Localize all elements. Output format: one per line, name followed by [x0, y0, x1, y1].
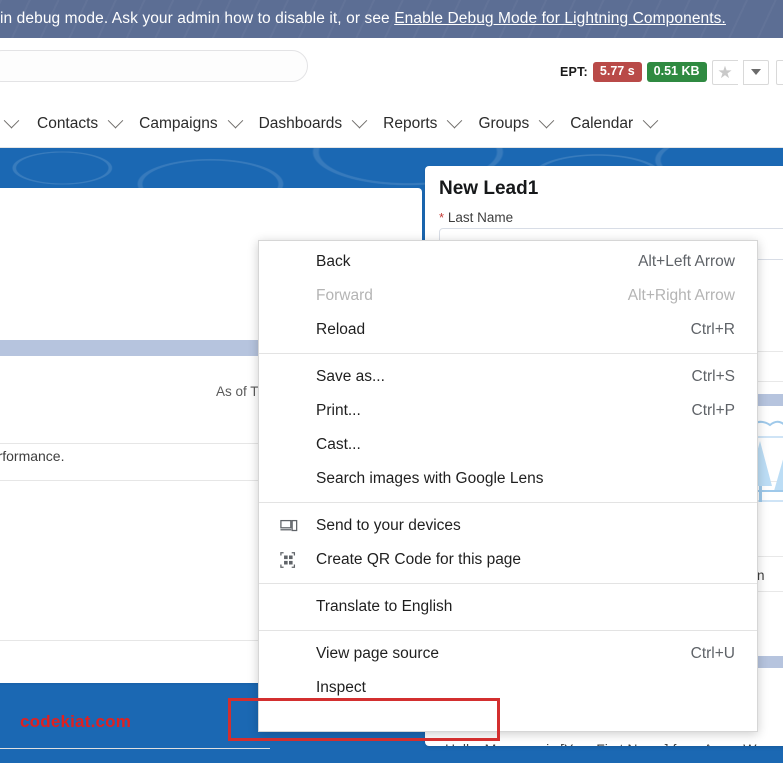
chevron-down-icon [227, 112, 243, 129]
menu-item-label: Reload [316, 321, 366, 338]
context-menu-item-google-lens[interactable]: Search images with Google Lens [259, 462, 757, 496]
chevron-down-glyph [3, 112, 19, 129]
context-menu-item-back[interactable]: Back Alt+Left Arrow [259, 245, 757, 279]
menu-item-label: Cast... [316, 436, 361, 453]
devices-icon [280, 519, 298, 532]
menu-item-shortcut: Ctrl+U [690, 645, 735, 662]
menu-item-label: Translate to English [316, 598, 453, 615]
chevron-down-icon [539, 112, 555, 129]
nav-item-calendar[interactable]: Calendar [561, 100, 665, 148]
chevron-down-glyph [750, 69, 761, 75]
nav-label: Contacts [37, 114, 99, 132]
menu-item-label: Inspect [316, 679, 366, 696]
context-menu-item-cast[interactable]: Cast... [259, 428, 757, 462]
ept-label: EPT: [560, 65, 588, 79]
chevron-down-icon [642, 112, 659, 129]
nav-label: Reports [383, 114, 438, 132]
context-menu-item-inspect[interactable]: Inspect [259, 671, 757, 705]
context-menu-item-send-to-devices[interactable]: Send to your devices [259, 509, 757, 543]
context-menu-item-forward: Forward Alt+Right Arrow [259, 279, 757, 313]
nav-item-reports[interactable]: Reports [374, 100, 469, 148]
chevron-down-icon [351, 112, 368, 129]
site-watermark: codekiat.com [20, 712, 132, 731]
nav-item-dashboards[interactable]: Dashboards [250, 100, 375, 148]
menu-separator [259, 353, 757, 354]
menu-item-shortcut: Ctrl+R [690, 321, 735, 338]
menu-item-label: Search images with Google Lens [316, 470, 544, 487]
context-menu-item-save-as[interactable]: Save as... Ctrl+S [259, 360, 757, 394]
chevron-down-icon[interactable] [742, 59, 769, 85]
nav-overflow-chevron-icon[interactable] [0, 112, 28, 129]
menu-separator [259, 630, 757, 631]
debug-mode-banner: in debug mode. Ask your admin how to dis… [0, 0, 783, 38]
chevron-down-icon [447, 112, 463, 129]
context-menu-item-create-qr-code[interactable]: Create QR Code for this page [259, 543, 757, 577]
nav-label: Campaigns [139, 114, 218, 132]
menu-item-label: Forward [316, 287, 373, 304]
menu-item-label: Send to your devices [316, 517, 461, 534]
toolbar-extra-button[interactable] [776, 60, 783, 85]
performance-text: performance. [0, 448, 65, 464]
menu-item-label: Save as... [316, 368, 385, 385]
nav-label: Dashboards [258, 114, 343, 132]
menu-item-shortcut: Ctrl+S [691, 368, 736, 385]
ept-indicator: EPT: 5.77 s 0.51 KB ★ [560, 59, 769, 85]
menu-item-label: Create QR Code for this page [316, 551, 522, 568]
nav-label: Groups [478, 114, 530, 132]
ept-time-badge: 5.77 s [592, 62, 642, 82]
ept-size-badge: 0.51 KB [646, 62, 707, 82]
star-icon[interactable]: ★ [711, 59, 738, 85]
field-label-text: Last Name [447, 210, 514, 225]
required-marker: * [439, 210, 445, 225]
nav-item-groups[interactable]: Groups [469, 100, 561, 148]
app-navigation-bar: Contacts Campaigns Dashboards Reports Gr… [0, 100, 783, 148]
debug-banner-text: in debug mode. Ask your admin how to dis… [0, 10, 726, 28]
qr-code-icon [280, 552, 296, 568]
menu-item-label: Back [316, 253, 351, 270]
menu-item-label: Print... [316, 402, 361, 419]
nav-item-campaigns[interactable]: Campaigns [130, 100, 249, 148]
menu-separator [259, 502, 757, 503]
menu-separator [259, 583, 757, 584]
context-menu-item-view-page-source[interactable]: View page source Ctrl+U [259, 637, 757, 671]
debug-banner-message: in debug mode. Ask your admin how to dis… [0, 10, 395, 27]
page-title: New Lead1 [439, 178, 539, 199]
message-body-text: Hello, My name is [Your First Name] from… [445, 741, 756, 746]
as-of-text: As of T [216, 384, 259, 399]
enable-debug-mode-link[interactable]: Enable Debug Mode for Lightning Componen… [394, 10, 726, 27]
browser-context-menu: Back Alt+Left Arrow Forward Alt+Right Ar… [258, 240, 758, 732]
chevron-down-icon [107, 112, 124, 129]
menu-item-shortcut: Alt+Right Arrow [627, 287, 735, 304]
context-menu-item-translate[interactable]: Translate to English [259, 590, 757, 624]
nav-label: Calendar [570, 114, 634, 132]
omnibox-input[interactable] [0, 50, 308, 82]
menu-item-label: View page source [316, 645, 439, 662]
star-glyph: ★ [717, 62, 733, 82]
left-card-footer-divider [0, 748, 270, 749]
context-menu-item-reload[interactable]: Reload Ctrl+R [259, 313, 757, 347]
context-menu-item-print[interactable]: Print... Ctrl+P [259, 394, 757, 428]
screenshot-root: in debug mode. Ask your admin how to dis… [0, 0, 783, 763]
menu-item-shortcut: Ctrl+P [691, 402, 736, 419]
nav-item-contacts[interactable]: Contacts [28, 100, 130, 148]
last-name-label: * Last Name [439, 210, 513, 225]
menu-item-shortcut: Alt+Left Arrow [638, 253, 735, 270]
